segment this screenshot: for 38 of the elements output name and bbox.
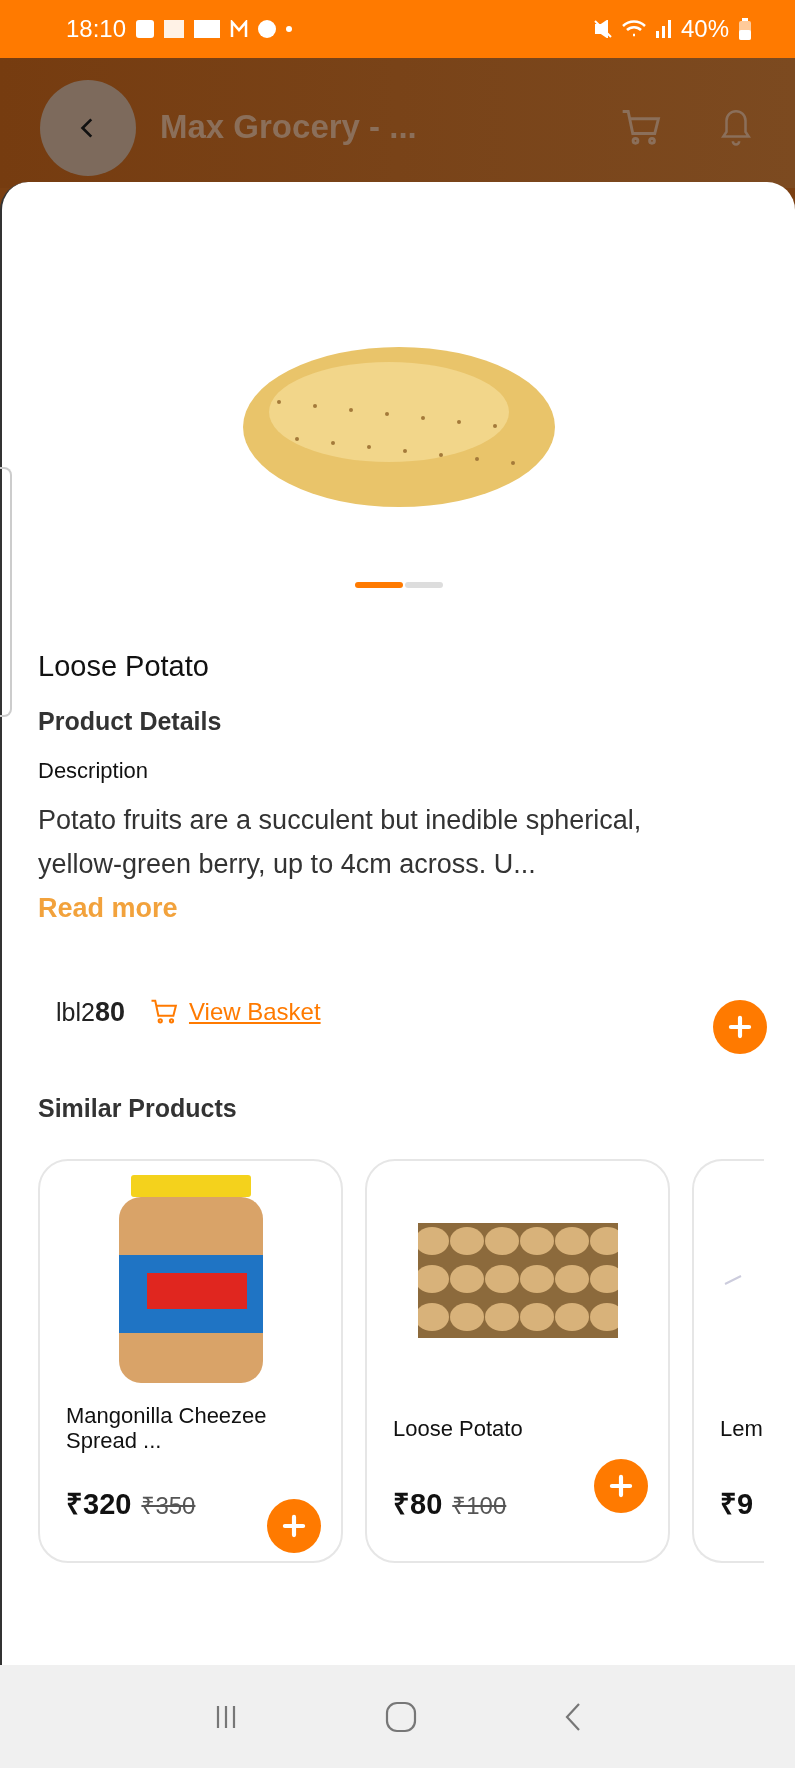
plus-icon [727,1014,753,1040]
product-name: Loose Potato [38,650,210,683]
add-button[interactable] [594,1459,648,1513]
product-price: ₹9 [720,1487,754,1522]
carousel-indicator[interactable] [404,582,443,588]
product-card[interactable]: Loose Potato ₹80 ₹100 [365,1159,670,1563]
status-time: 18:10 [66,15,127,43]
quantity-text: lbl280 [56,996,125,1028]
section-title: Product Details [38,707,223,736]
product-description: Potato fruits are a succulent but inedible spherical, yellow-green berry, up to 4cm across. U... Read more [38,804,643,925]
product-card[interactable]: Lem ₹9 [692,1159,764,1563]
dot-icon [286,26,293,32]
product-card-name: Loose Potato [393,1414,524,1443]
battery-icon [739,18,751,40]
product-card[interactable]: Mangonilla Cheezee Spread ... ₹320 ₹350 [38,1159,343,1563]
signal-icon [655,20,671,38]
carousel-indicator[interactable] [354,582,403,588]
back-icon[interactable] [563,1701,582,1732]
product-card-name: Lem [720,1414,764,1443]
mail-icon [230,20,249,38]
circle-icon [258,20,277,38]
plus-icon [608,1473,634,1499]
wifi-icon [621,20,646,38]
battery-level: 40% [680,15,729,43]
original-price: ₹350 [141,1491,196,1521]
side-handle[interactable] [0,467,12,717]
product-price: ₹80 [393,1487,443,1522]
description-label: Description [38,758,150,784]
home-icon[interactable] [384,1700,417,1733]
plus-icon [281,1513,307,1539]
original-price: ₹100 [452,1491,507,1521]
mute-icon [593,20,612,38]
product-price: ₹320 [66,1487,132,1522]
section-title: Similar Products [38,1094,238,1123]
add-button[interactable] [267,1499,321,1553]
store-title: Max Grocery - ... [160,108,417,146]
add-button[interactable] [713,1000,767,1054]
product-card-name: Mangonilla Cheezee Spread ... [66,1402,268,1455]
